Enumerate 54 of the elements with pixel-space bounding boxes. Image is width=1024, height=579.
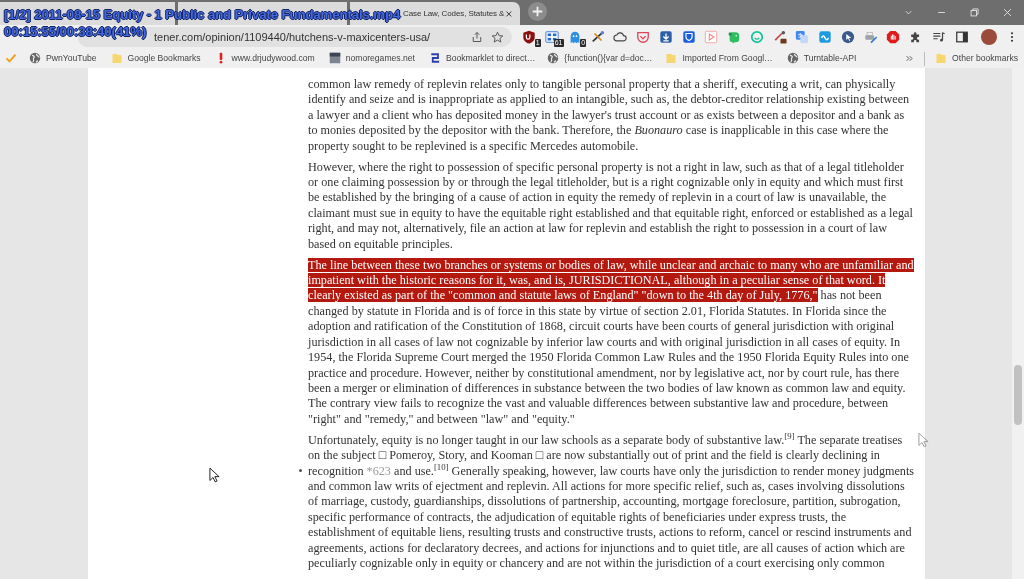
shield-square-icon[interactable] <box>681 30 696 44</box>
cloud-icon[interactable] <box>613 30 628 44</box>
address-bar[interactable]: tener.com/opinion/1109440/hutchens-v-maxicenters-usa/ <box>154 27 512 47</box>
bookmark-link[interactable]: {function(){var d=doc… <box>547 52 653 65</box>
folder-icon <box>665 52 678 65</box>
globe-icon <box>547 52 560 65</box>
media-list-icon[interactable] <box>931 30 946 44</box>
new-tab-icon[interactable] <box>528 2 547 21</box>
bracket-icon <box>429 52 441 65</box>
chat-bubble-icon[interactable] <box>727 30 742 44</box>
tools-icon[interactable] <box>590 30 605 44</box>
shield-icon[interactable] <box>522 30 537 44</box>
video-time: 00:15:55/00:38:40(41%) <box>4 23 147 40</box>
download-icon[interactable] <box>658 30 673 44</box>
bookmark-link[interactable]: Imported From Googl… <box>665 52 773 65</box>
globe-icon <box>786 52 799 65</box>
side-panel-icon[interactable] <box>954 30 969 44</box>
stop-hand-icon[interactable] <box>886 30 901 44</box>
paragraph: The line between these two branches or systems or bodies of law, while unclear and archaic to many who are unfamiliar and impatient with the historic reasons for it, was, and is, JURISDICTIONAL, although in a peculiar sense of that word. It clearly existed as part of the "common and statute laws of England" "down to the 4th day of July, 1776," has not been changed by statute in Florida and is of force in this state by virtue of section 2.01, Florida Statutes. In Florida since the adoption and ratification of the Constitution of 1868, circuit courts have been courts of general jurisdiction with original jurisdiction in all cases of law not cognizable by inferior law courts and with original jurisdiction in all cases of equity. In 1954, the Florida Supreme Court merged the 1950 Florida Common Law Rules and the 1950 Florida Equity Rules into one practice and procedure. However, neither by constitutional amendment, nor by legislative act, nor by court rule, has there been a merger or elimination of differences in substance between the two bodies of law known as common law and equity. The contrary view fails to recognize the vast and valuable differences between substantive law and procedure, between "right" and "remedy," and between "law" and "equity." <box>308 257 915 428</box>
bookmark-link[interactable]: Turntable-API <box>786 52 857 65</box>
bookmark-link[interactable]: PwnYouTube <box>29 52 97 65</box>
avatar[interactable] <box>981 29 997 45</box>
eyedropper-icon[interactable] <box>772 30 787 44</box>
thumbnail-icon <box>328 52 341 65</box>
paragraph: common law remedy of replevin relates only to tangible personal property that a sheriff, executing a writ, can physically identify and seize and is inappropriate as applied to an intangible, such as, the debtor-creditor relationship existing between a lawyer and a client who has deposited money in the lawyer's trust account or as exists between a depositor and a bank as to monies deposited by the depositor with the bank. Therefore, the Buonauro case is inapplicable in this case where the property sought to be replevined is a specific Mercedes automobile. <box>308 77 911 155</box>
bookmark-link[interactable]: Google Bookmarks <box>110 52 201 65</box>
grid-icon[interactable] <box>545 30 560 44</box>
bookmark-link[interactable]: nomoregames.net <box>328 52 415 65</box>
cursor-icon <box>918 431 929 448</box>
globe-icon <box>29 52 41 65</box>
scrollbar-track[interactable] <box>1012 68 1024 579</box>
close-icon[interactable] <box>504 8 514 19</box>
restore-icon[interactable] <box>969 7 980 18</box>
bookmark-link[interactable]: Other bookmarks <box>935 52 1018 65</box>
printer-icon[interactable] <box>863 30 878 44</box>
chevron-double-icon[interactable] <box>905 54 915 63</box>
check-icon[interactable] <box>5 52 17 65</box>
folder-icon <box>110 52 123 65</box>
pointer-circle-icon[interactable] <box>840 30 855 44</box>
folder-icon <box>935 52 948 65</box>
bookmark-link[interactable]: Bookmarklet to direct… <box>429 52 536 65</box>
cursor-icon <box>209 466 220 483</box>
overlapping-squares-icon[interactable] <box>795 30 810 44</box>
paragraph: However, where the right to possession of specific personal property is not a right in law, such as that of a legal titleholder or one claiming possession by or through the legal titleholder, but is a right cognizable only in equity and which must first be established by the bringing of a cause of action in equity the remedy of replevin in a court of law is unavailable, the claimant must sue in equity to have the equitable right established and that equitable right, enforced or established as a legal right, and may not, alternatively, file an action at law for replevin and establish the right to possession in a court of law based on equitable principles. <box>308 159 914 253</box>
star-icon[interactable] <box>491 30 504 44</box>
dot-icon <box>299 469 302 472</box>
paragraph: Unfortunately, equity is no longer taught in our law schools as a separate body of substantive law.$^{[9]}$ The separate treatises on the subject □ Pomeroy, Story, and Kooman □ are now substantially out of print and the field is clearly declining in recognition *623 and use.$^{[10]}$ Generally speaking, however, law courts have only the jurisdiction to render money judgments and common law writs of ejectment and replevin. All actions for more specific relief, such as, cases involving dissolutions of marriage, custody, guardianships, dissolutions of partnership, accounting, mortgage foreclosure, partition, subrogation, specific performance of contracts, the adjudication of equitable rights of beneficiaries under express trusts, the establishment of equitable liens, resulting trusts and constructive trusts, actions to reform, cancel or rescind instruments and agreements, actions for declaratory decrees, and actions for injunctions and to quiet title, are all causes of action which are peculiarly cognizable only in equity or chancery and are not within the jurisdiction of a court exercising only common <box>308 432 916 572</box>
chevron-shield-icon[interactable] <box>636 30 651 44</box>
close-icon[interactable] <box>1002 7 1013 18</box>
share-icon[interactable] <box>471 31 483 43</box>
browser-tab[interactable]: Case Law, Codes, Statutes & <box>403 2 520 25</box>
bookmark-link[interactable]: www.drjudywood.com <box>214 52 315 65</box>
wave-icon[interactable] <box>818 30 833 44</box>
scrollbar-thumb[interactable] <box>1014 365 1022 425</box>
